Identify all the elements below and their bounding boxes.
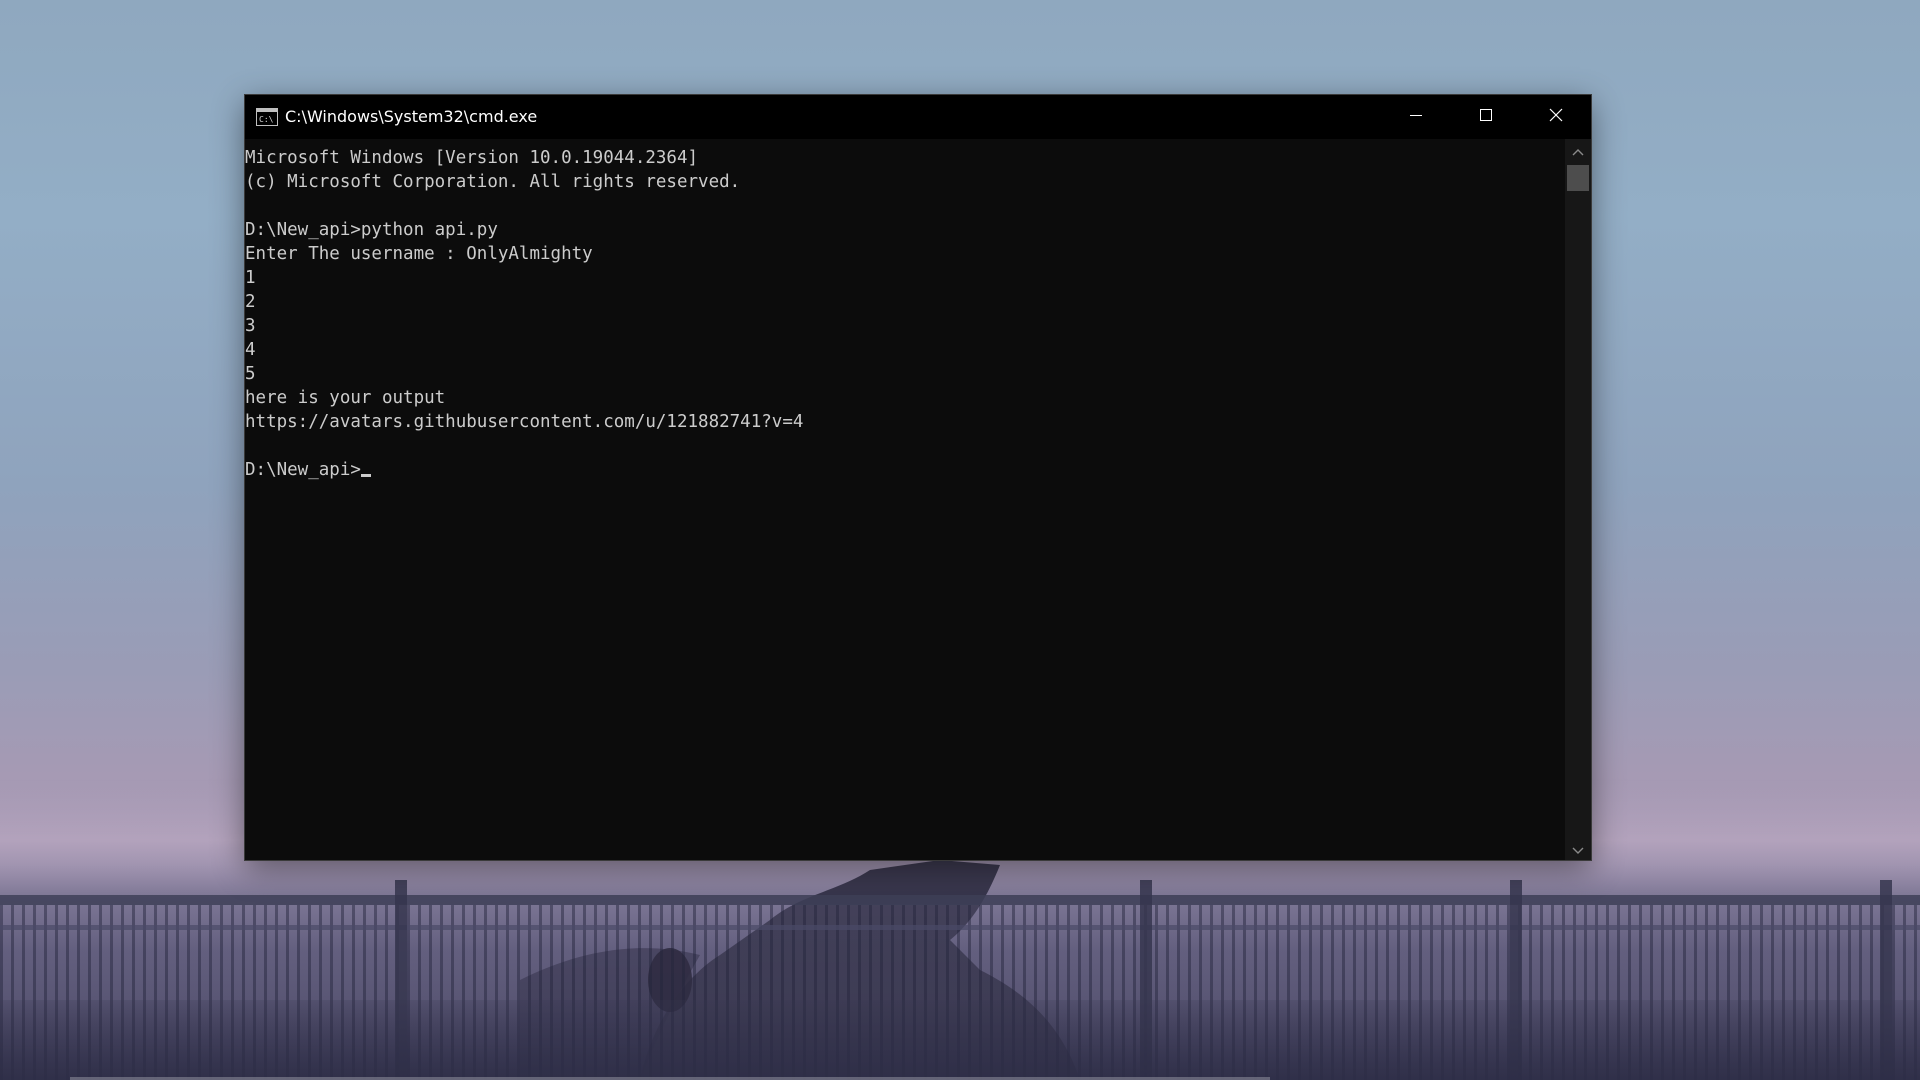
railing-mid-bar <box>0 925 1920 930</box>
console-line: https://avatars.githubusercontent.com/u/… <box>245 412 804 432</box>
minimize-button[interactable] <box>1381 95 1451 139</box>
cmd-icon: C:\ <box>256 108 278 126</box>
close-button[interactable] <box>1521 95 1591 139</box>
console-line: 3 <box>245 316 256 336</box>
console-line: 1 <box>245 268 256 288</box>
console-prompt-line[interactable]: D:\New_api> <box>245 458 1565 482</box>
window-titlebar[interactable]: C:\ C:\Windows\System32\cmd.exe <box>245 95 1591 139</box>
console-prompt: D:\New_api> <box>245 460 361 480</box>
chevron-up-icon <box>1572 141 1584 160</box>
console-line: here is your output <box>245 388 446 408</box>
scroll-up-button[interactable] <box>1565 139 1591 161</box>
console-line: Microsoft Windows [Version 10.0.19044.23… <box>245 148 699 168</box>
vertical-scrollbar[interactable] <box>1565 139 1591 860</box>
maximize-button[interactable] <box>1451 95 1521 139</box>
maximize-icon <box>1478 107 1494 127</box>
close-icon <box>1548 107 1564 127</box>
cmd-window[interactable]: C:\ C:\Windows\System32\cmd.exe Microsof… <box>245 95 1591 860</box>
console-line: D:\New_api>python api.py <box>245 220 498 240</box>
console-line: Enter The username : OnlyAlmighty <box>245 244 593 264</box>
chevron-down-icon <box>1572 840 1584 859</box>
scroll-down-button[interactable] <box>1565 838 1591 860</box>
text-cursor <box>360 474 371 477</box>
window-title: C:\Windows\System32\cmd.exe <box>285 107 538 126</box>
railing-top-bar <box>0 895 1920 905</box>
console-line: 2 <box>245 292 256 312</box>
svg-text:C:\: C:\ <box>259 115 274 124</box>
minimize-icon <box>1408 107 1424 127</box>
ground-shadow <box>0 1000 1920 1080</box>
console-line: 5 <box>245 364 256 384</box>
scrollbar-thumb[interactable] <box>1567 165 1589 191</box>
console-output[interactable]: Microsoft Windows [Version 10.0.19044.23… <box>245 139 1565 860</box>
console-line: (c) Microsoft Corporation. All rights re… <box>245 172 741 192</box>
console-line: 4 <box>245 340 256 360</box>
